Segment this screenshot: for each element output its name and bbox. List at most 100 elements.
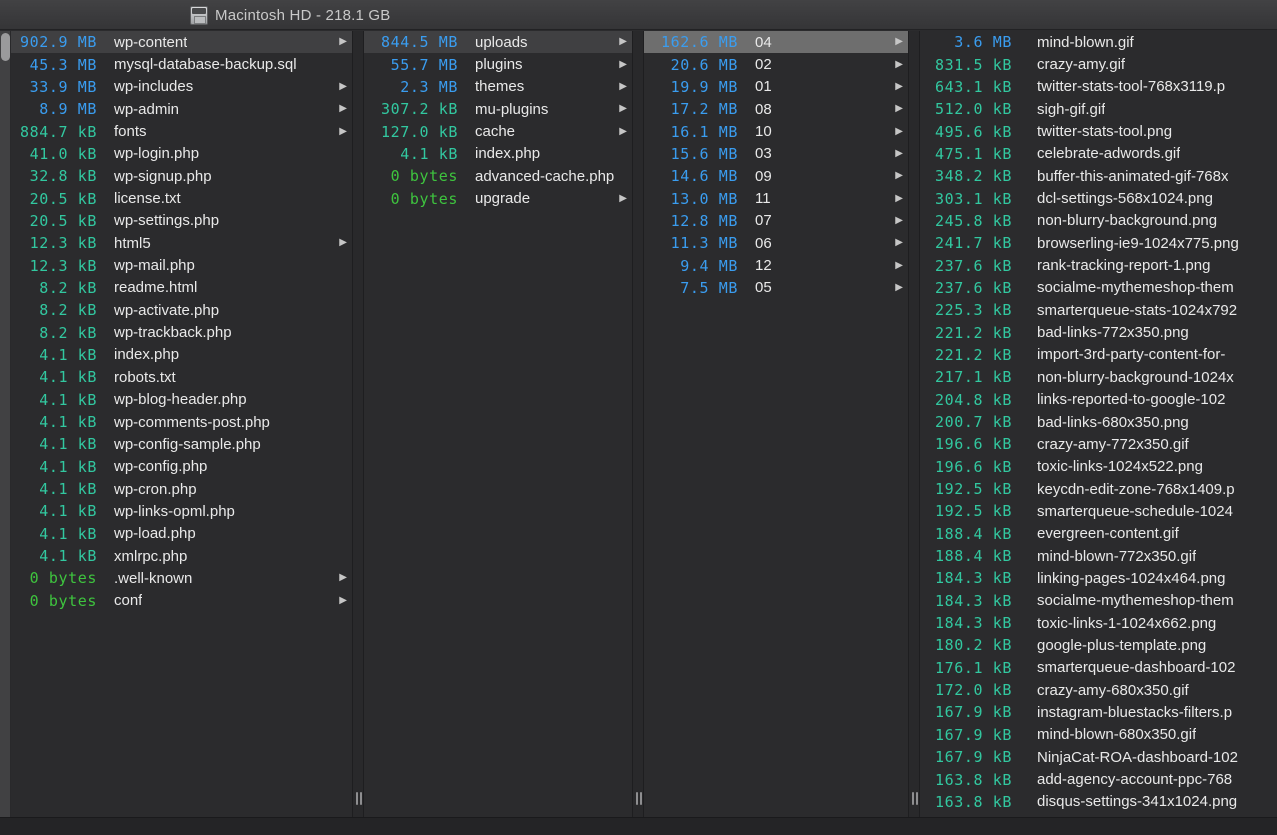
file-row[interactable]: 127.0 kBcache▶: [364, 120, 632, 142]
file-row[interactable]: 163.8 kBadd-agency-account-ppc-768: [920, 768, 1277, 790]
file-row[interactable]: 4.1 kBrobots.txt: [11, 366, 352, 388]
file-row[interactable]: 14.6 MB09▶: [644, 165, 908, 187]
file-row[interactable]: 33.9 MBwp-includes▶: [11, 76, 352, 98]
file-row[interactable]: 831.5 kBcrazy-amy.gif: [920, 53, 1277, 75]
file-size: 184.3 kB: [920, 569, 1012, 587]
file-size: 15.6 MB: [644, 145, 738, 163]
file-row[interactable]: 4.1 kBwp-cron.php: [11, 478, 352, 500]
file-row[interactable]: 245.8 kBnon-blurry-background.png: [920, 210, 1277, 232]
file-row[interactable]: 4.1 kBwp-config.php: [11, 456, 352, 478]
file-row[interactable]: 172.0 kBcrazy-amy-680x350.gif: [920, 679, 1277, 701]
file-row[interactable]: 188.4 kBevergreen-content.gif: [920, 523, 1277, 545]
file-row[interactable]: 3.6 MBmind-blown.gif: [920, 31, 1277, 53]
file-row[interactable]: 16.1 MB10▶: [644, 120, 908, 142]
disclosure-arrow-icon: ▶: [895, 261, 903, 271]
file-row[interactable]: 4.1 kBxmlrpc.php: [11, 545, 352, 567]
file-size: 13.0 MB: [644, 190, 738, 208]
file-row[interactable]: 4.1 kBwp-blog-header.php: [11, 389, 352, 411]
file-row[interactable]: 307.2 kBmu-plugins▶: [364, 98, 632, 120]
file-row[interactable]: 184.3 kBsocialme-mythemeshop-them: [920, 590, 1277, 612]
file-name: linking-pages-1024x464.png: [1037, 570, 1225, 587]
file-row[interactable]: 200.7 kBbad-links-680x350.png: [920, 411, 1277, 433]
file-row[interactable]: 167.9 kBinstagram-bluestacks-filters.p: [920, 701, 1277, 723]
file-row[interactable]: 196.6 kBcrazy-amy-772x350.gif: [920, 433, 1277, 455]
file-row[interactable]: 196.6 kBtoxic-links-1024x522.png: [920, 456, 1277, 478]
column1-scrollbar-track[interactable]: [0, 31, 11, 817]
file-row[interactable]: 8.2 kBwp-activate.php: [11, 299, 352, 321]
file-row[interactable]: 192.5 kBsmarterqueue-schedule-1024: [920, 500, 1277, 522]
file-name: wp-links-opml.php: [114, 503, 235, 520]
file-row[interactable]: 7.5 MB05▶: [644, 277, 908, 299]
file-row[interactable]: 4.1 kBwp-comments-post.php: [11, 411, 352, 433]
file-row[interactable]: 8.2 kBwp-trackback.php: [11, 321, 352, 343]
file-size: 9.4 MB: [644, 257, 738, 275]
file-row[interactable]: 0 bytesupgrade▶: [364, 187, 632, 209]
file-name: smarterqueue-stats-1024x792: [1037, 302, 1237, 319]
file-row[interactable]: 163.8 kBdisqus-settings-341x1024.png: [920, 791, 1277, 813]
file-row[interactable]: 217.1 kBnon-blurry-background-1024x: [920, 366, 1277, 388]
file-row[interactable]: 12.3 kBhtml5▶: [11, 232, 352, 254]
file-row[interactable]: 495.6 kBtwitter-stats-tool.png: [920, 120, 1277, 142]
file-row[interactable]: 45.3 MBmysql-database-backup.sql: [11, 53, 352, 75]
column-resize-handle[interactable]: [910, 792, 920, 805]
file-row[interactable]: 162.6 MB04▶: [644, 31, 908, 53]
file-row[interactable]: 643.1 kBtwitter-stats-tool-768x3119.p: [920, 76, 1277, 98]
file-row[interactable]: 884.7 kBfonts▶: [11, 120, 352, 142]
file-row[interactable]: 32.8 kBwp-signup.php: [11, 165, 352, 187]
file-row[interactable]: 241.7 kBbrowserling-ie9-1024x775.png: [920, 232, 1277, 254]
file-row[interactable]: 4.1 kBwp-links-opml.php: [11, 500, 352, 522]
file-row[interactable]: 8.2 kBreadme.html: [11, 277, 352, 299]
file-row[interactable]: 15.6 MB03▶: [644, 143, 908, 165]
file-row[interactable]: 303.1 kBdcl-settings-568x1024.png: [920, 187, 1277, 209]
file-row[interactable]: 9.4 MB12▶: [644, 254, 908, 276]
file-row[interactable]: 348.2 kBbuffer-this-animated-gif-768x: [920, 165, 1277, 187]
file-name: wp-activate.php: [114, 302, 219, 319]
file-row[interactable]: 12.3 kBwp-mail.php: [11, 254, 352, 276]
column-resize-handle[interactable]: [354, 792, 364, 805]
file-row[interactable]: 184.3 kBtoxic-links-1-1024x662.png: [920, 612, 1277, 634]
file-size: 204.8 kB: [920, 391, 1012, 409]
file-row[interactable]: 237.6 kBsocialme-mythemeshop-them: [920, 277, 1277, 299]
file-row[interactable]: 225.3 kBsmarterqueue-stats-1024x792: [920, 299, 1277, 321]
file-row[interactable]: 902.9 MBwp-content▶: [11, 31, 352, 53]
file-row[interactable]: 4.1 kBwp-config-sample.php: [11, 433, 352, 455]
file-row[interactable]: 192.5 kBkeycdn-edit-zone-768x1409.p: [920, 478, 1277, 500]
file-row[interactable]: 0 bytes.well-known▶: [11, 567, 352, 589]
file-row[interactable]: 19.9 MB01▶: [644, 76, 908, 98]
file-row[interactable]: 167.9 kBmind-blown-680x350.gif: [920, 724, 1277, 746]
file-row[interactable]: 221.2 kBbad-links-772x350.png: [920, 321, 1277, 343]
file-row[interactable]: 20.6 MB02▶: [644, 53, 908, 75]
file-name: mysql-database-backup.sql: [114, 56, 297, 73]
file-row[interactable]: 20.5 kBwp-settings.php: [11, 210, 352, 232]
file-row[interactable]: 11.3 MB06▶: [644, 232, 908, 254]
file-row[interactable]: 17.2 MB08▶: [644, 98, 908, 120]
file-row[interactable]: 512.0 kBsigh-gif.gif: [920, 98, 1277, 120]
scrollbar-thumb[interactable]: [1, 33, 10, 61]
file-row[interactable]: 0 bytesadvanced-cache.php: [364, 165, 632, 187]
file-row[interactable]: 4.1 kBwp-load.php: [11, 523, 352, 545]
file-row[interactable]: 475.1 kBcelebrate-adwords.gif: [920, 143, 1277, 165]
file-row[interactable]: 8.9 MBwp-admin▶: [11, 98, 352, 120]
file-row[interactable]: 4.1 kBindex.php: [364, 143, 632, 165]
file-row[interactable]: 204.8 kBlinks-reported-to-google-102: [920, 389, 1277, 411]
file-row[interactable]: 0 bytesconf▶: [11, 590, 352, 612]
file-row[interactable]: 55.7 MBplugins▶: [364, 53, 632, 75]
file-row[interactable]: 176.1 kBsmarterqueue-dashboard-102: [920, 657, 1277, 679]
column-resize-handle[interactable]: [634, 792, 644, 805]
file-row[interactable]: 13.0 MB11▶: [644, 187, 908, 209]
file-row[interactable]: 188.4 kBmind-blown-772x350.gif: [920, 545, 1277, 567]
file-row[interactable]: 237.6 kBrank-tracking-report-1.png: [920, 254, 1277, 276]
file-row[interactable]: 20.5 kBlicense.txt: [11, 187, 352, 209]
file-row[interactable]: 184.3 kB linking-pages-1024x464.png: [920, 567, 1277, 589]
file-row[interactable]: 4.1 kBindex.php: [11, 344, 352, 366]
file-row[interactable]: 167.9 kBNinjaCat-ROA-dashboard-102: [920, 746, 1277, 768]
file-row[interactable]: 221.2 kBimport-3rd-party-content-for-: [920, 344, 1277, 366]
file-row[interactable]: 12.8 MB07▶: [644, 210, 908, 232]
file-row[interactable]: 180.2 kBgoogle-plus-template.png: [920, 634, 1277, 656]
file-row[interactable]: 844.5 MBuploads▶: [364, 31, 632, 53]
file-name: index.php: [475, 145, 540, 162]
file-row[interactable]: 2.3 MBthemes▶: [364, 76, 632, 98]
file-name: evergreen-content.gif: [1037, 525, 1179, 542]
file-row[interactable]: 41.0 kBwp-login.php: [11, 143, 352, 165]
file-size: 32.8 kB: [11, 167, 97, 185]
